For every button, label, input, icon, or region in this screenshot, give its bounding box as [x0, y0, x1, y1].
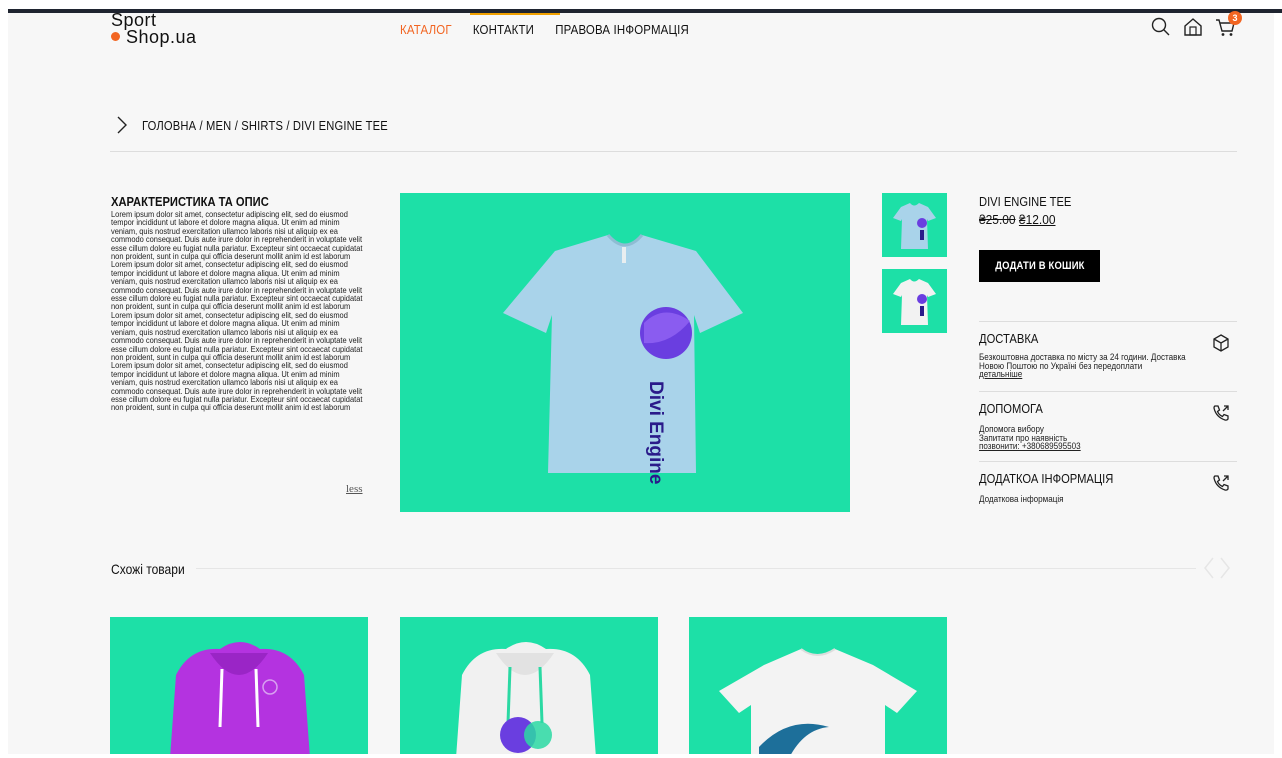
cart-count-badge: 3 [1228, 11, 1242, 25]
old-price: ₴25.00 [979, 212, 1016, 227]
nav-catalog[interactable]: КАТАЛОГ [400, 22, 452, 37]
description-title: ХАРАКТЕРИСТИКА ТА ОПИС [111, 194, 269, 209]
similar-products-title: Схожі товари [111, 561, 185, 577]
less-toggle-link[interactable]: less [346, 483, 363, 495]
product-image [456, 642, 596, 758]
logo-dot [111, 32, 120, 41]
home-icon[interactable] [1182, 16, 1204, 38]
breadcrumb-text[interactable]: ГОЛОВНА / MEN / SHIRTS / DIVI ENGINE TEE [142, 118, 388, 133]
nav-legal-info[interactable]: ПРАВОВА ІНФОРМАЦІЯ [555, 22, 689, 37]
chevron-right-icon[interactable] [116, 116, 128, 134]
delivery-text: Безкоштовна доставка по місту за 24 годи… [979, 353, 1192, 379]
header-icons: 3 [1150, 11, 1242, 38]
phone-call-icon [1213, 475, 1229, 491]
divider [979, 321, 1237, 322]
add-to-cart-label: ДОДАТИ В КОШИК [994, 260, 1085, 272]
divider [979, 391, 1237, 392]
carousel-arrows [1203, 556, 1231, 580]
package-icon [1213, 334, 1229, 352]
extra-info-title: ДОДАТКОА ІНФОРМАЦІЯ [979, 471, 1114, 486]
divider [979, 461, 1237, 462]
thumbnail-2[interactable] [882, 269, 947, 333]
top-border [8, 9, 1282, 13]
product-main-image[interactable]: Divi Engine [400, 193, 850, 512]
thumbnail-1[interactable] [882, 193, 947, 257]
nav-contacts[interactable]: КОНТАКТИ [473, 22, 534, 37]
product-image [719, 648, 917, 758]
tee-logo-text: Divi Engine [645, 381, 666, 484]
site-logo[interactable]: Sport Shop.ua [111, 11, 197, 47]
product-image [170, 642, 310, 758]
product-price: ₴25.00 ₴12.00 [979, 212, 1056, 227]
phone-call-icon [1213, 405, 1229, 421]
help-title: ДОПОМОГА [979, 401, 1043, 416]
call-link[interactable]: позвонити: +380689595503 [979, 441, 1081, 451]
search-icon[interactable] [1150, 16, 1172, 38]
main-nav: КАТАЛОГ КОНТАКТИ ПРАВОВА ІНФОРМАЦІЯ [400, 22, 689, 37]
delivery-details-link[interactable]: детальніше [979, 369, 1022, 379]
similar-product-card[interactable] [689, 617, 947, 758]
similar-product-card[interactable] [110, 617, 368, 758]
add-to-cart-button[interactable]: ДОДАТИ В КОШИК [979, 250, 1100, 282]
chevron-left-icon[interactable] [1203, 556, 1215, 580]
breadcrumb: ГОЛОВНА / MEN / SHIRTS / DIVI ENGINE TEE [116, 116, 428, 134]
similar-product-card[interactable] [400, 617, 658, 758]
help-text: Допомога вибору Запитати про наявність п… [979, 425, 1192, 451]
delivery-title: ДОСТАВКА [979, 331, 1039, 346]
logo-line2: Shop.ua [126, 27, 197, 47]
product-title: DIVI ENGINE TEE [979, 194, 1072, 209]
extra-info-text: Додаткова інформація [979, 494, 1064, 504]
chevron-right-icon[interactable] [1219, 556, 1231, 580]
new-price: ₴12.00 [1018, 212, 1056, 227]
divider [110, 151, 1237, 152]
delivery-description: Безкоштовна доставка по місту за 24 годи… [979, 352, 1186, 371]
cart-icon[interactable]: 3 [1214, 11, 1242, 38]
divider [196, 568, 1196, 569]
nav-accent-bar [470, 13, 560, 15]
description-text: Lorem ipsum dolor sit amet, consectetur … [111, 209, 363, 413]
